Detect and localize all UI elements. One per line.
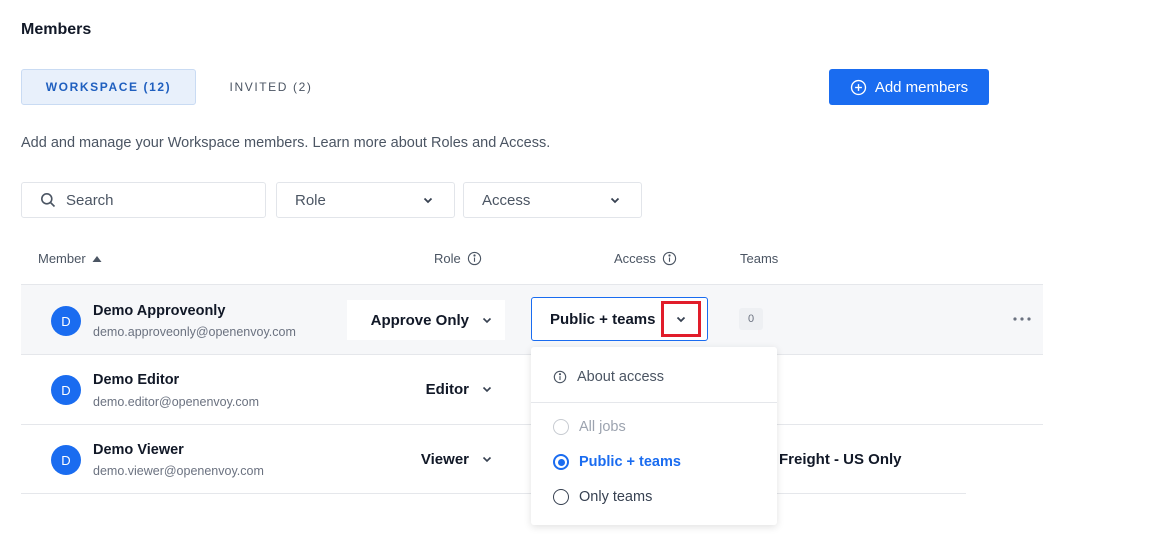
access-option-all-jobs: All jobs xyxy=(553,419,626,435)
sort-ascending-icon xyxy=(92,255,102,262)
page-description: Add and manage your Workspace members. L… xyxy=(21,135,551,151)
access-option-public-teams[interactable]: Public + teams xyxy=(553,454,681,470)
teams-count-badge: 0 xyxy=(739,308,763,330)
role-select[interactable]: Approve Only xyxy=(347,300,505,340)
column-header-member[interactable]: Member xyxy=(38,251,102,266)
access-filter-select[interactable]: Access xyxy=(463,182,642,218)
role-select[interactable]: Editor xyxy=(347,369,505,409)
chevron-down-icon xyxy=(610,197,620,204)
access-dropdown-menu: About access All jobs Public + teams Onl… xyxy=(531,347,777,525)
chevron-down-icon xyxy=(676,316,686,323)
radio-button[interactable] xyxy=(553,454,569,470)
page-title: Members xyxy=(21,21,92,38)
member-name: Demo Viewer xyxy=(93,442,184,458)
add-members-label: Add members xyxy=(874,78,969,96)
access-dropdown-toggle[interactable] xyxy=(661,301,701,337)
plus-circle-icon xyxy=(850,79,866,95)
add-members-button[interactable]: Add members xyxy=(829,69,989,105)
search-input[interactable]: Search xyxy=(21,182,266,218)
team-name: Freight - US Only xyxy=(779,451,902,468)
avatar: D xyxy=(51,445,81,475)
row-divider xyxy=(21,493,966,494)
chevron-down-icon xyxy=(482,456,492,463)
row-divider xyxy=(21,284,1043,285)
access-filter-label: Access xyxy=(482,191,531,209)
role-filter-select[interactable]: Role xyxy=(276,182,455,218)
avatar: D xyxy=(51,375,81,405)
radio-button xyxy=(553,419,569,435)
member-email: demo.viewer@openenvoy.com xyxy=(93,464,264,478)
info-icon xyxy=(553,370,567,384)
member-name: Demo Approveonly xyxy=(93,303,226,319)
search-icon xyxy=(41,193,56,208)
info-icon[interactable] xyxy=(662,251,677,266)
column-header-teams: Teams xyxy=(740,251,779,266)
info-icon[interactable] xyxy=(467,251,482,266)
more-actions-button[interactable] xyxy=(1008,308,1036,330)
access-option-only-teams[interactable]: Only teams xyxy=(553,489,652,505)
tab-invited[interactable]: INVITED (2) xyxy=(206,69,336,105)
more-horizontal-icon xyxy=(1013,317,1031,321)
avatar: D xyxy=(51,306,81,336)
chevron-down-icon xyxy=(423,197,433,204)
chevron-down-icon xyxy=(482,386,492,393)
role-filter-label: Role xyxy=(295,191,326,209)
about-access-link[interactable]: About access xyxy=(553,369,664,385)
role-select[interactable]: Viewer xyxy=(347,439,505,479)
dropdown-divider xyxy=(531,402,777,403)
column-header-access: Access xyxy=(614,251,677,266)
chevron-down-icon xyxy=(482,317,492,324)
tab-workspace[interactable]: WORKSPACE (12) xyxy=(21,69,196,105)
search-placeholder: Search xyxy=(66,191,114,209)
radio-button[interactable] xyxy=(553,489,569,505)
column-header-role: Role xyxy=(434,251,482,266)
member-email: demo.approveonly@openenvoy.com xyxy=(93,325,296,339)
member-name: Demo Editor xyxy=(93,372,180,388)
member-email: demo.editor@openenvoy.com xyxy=(93,395,260,409)
